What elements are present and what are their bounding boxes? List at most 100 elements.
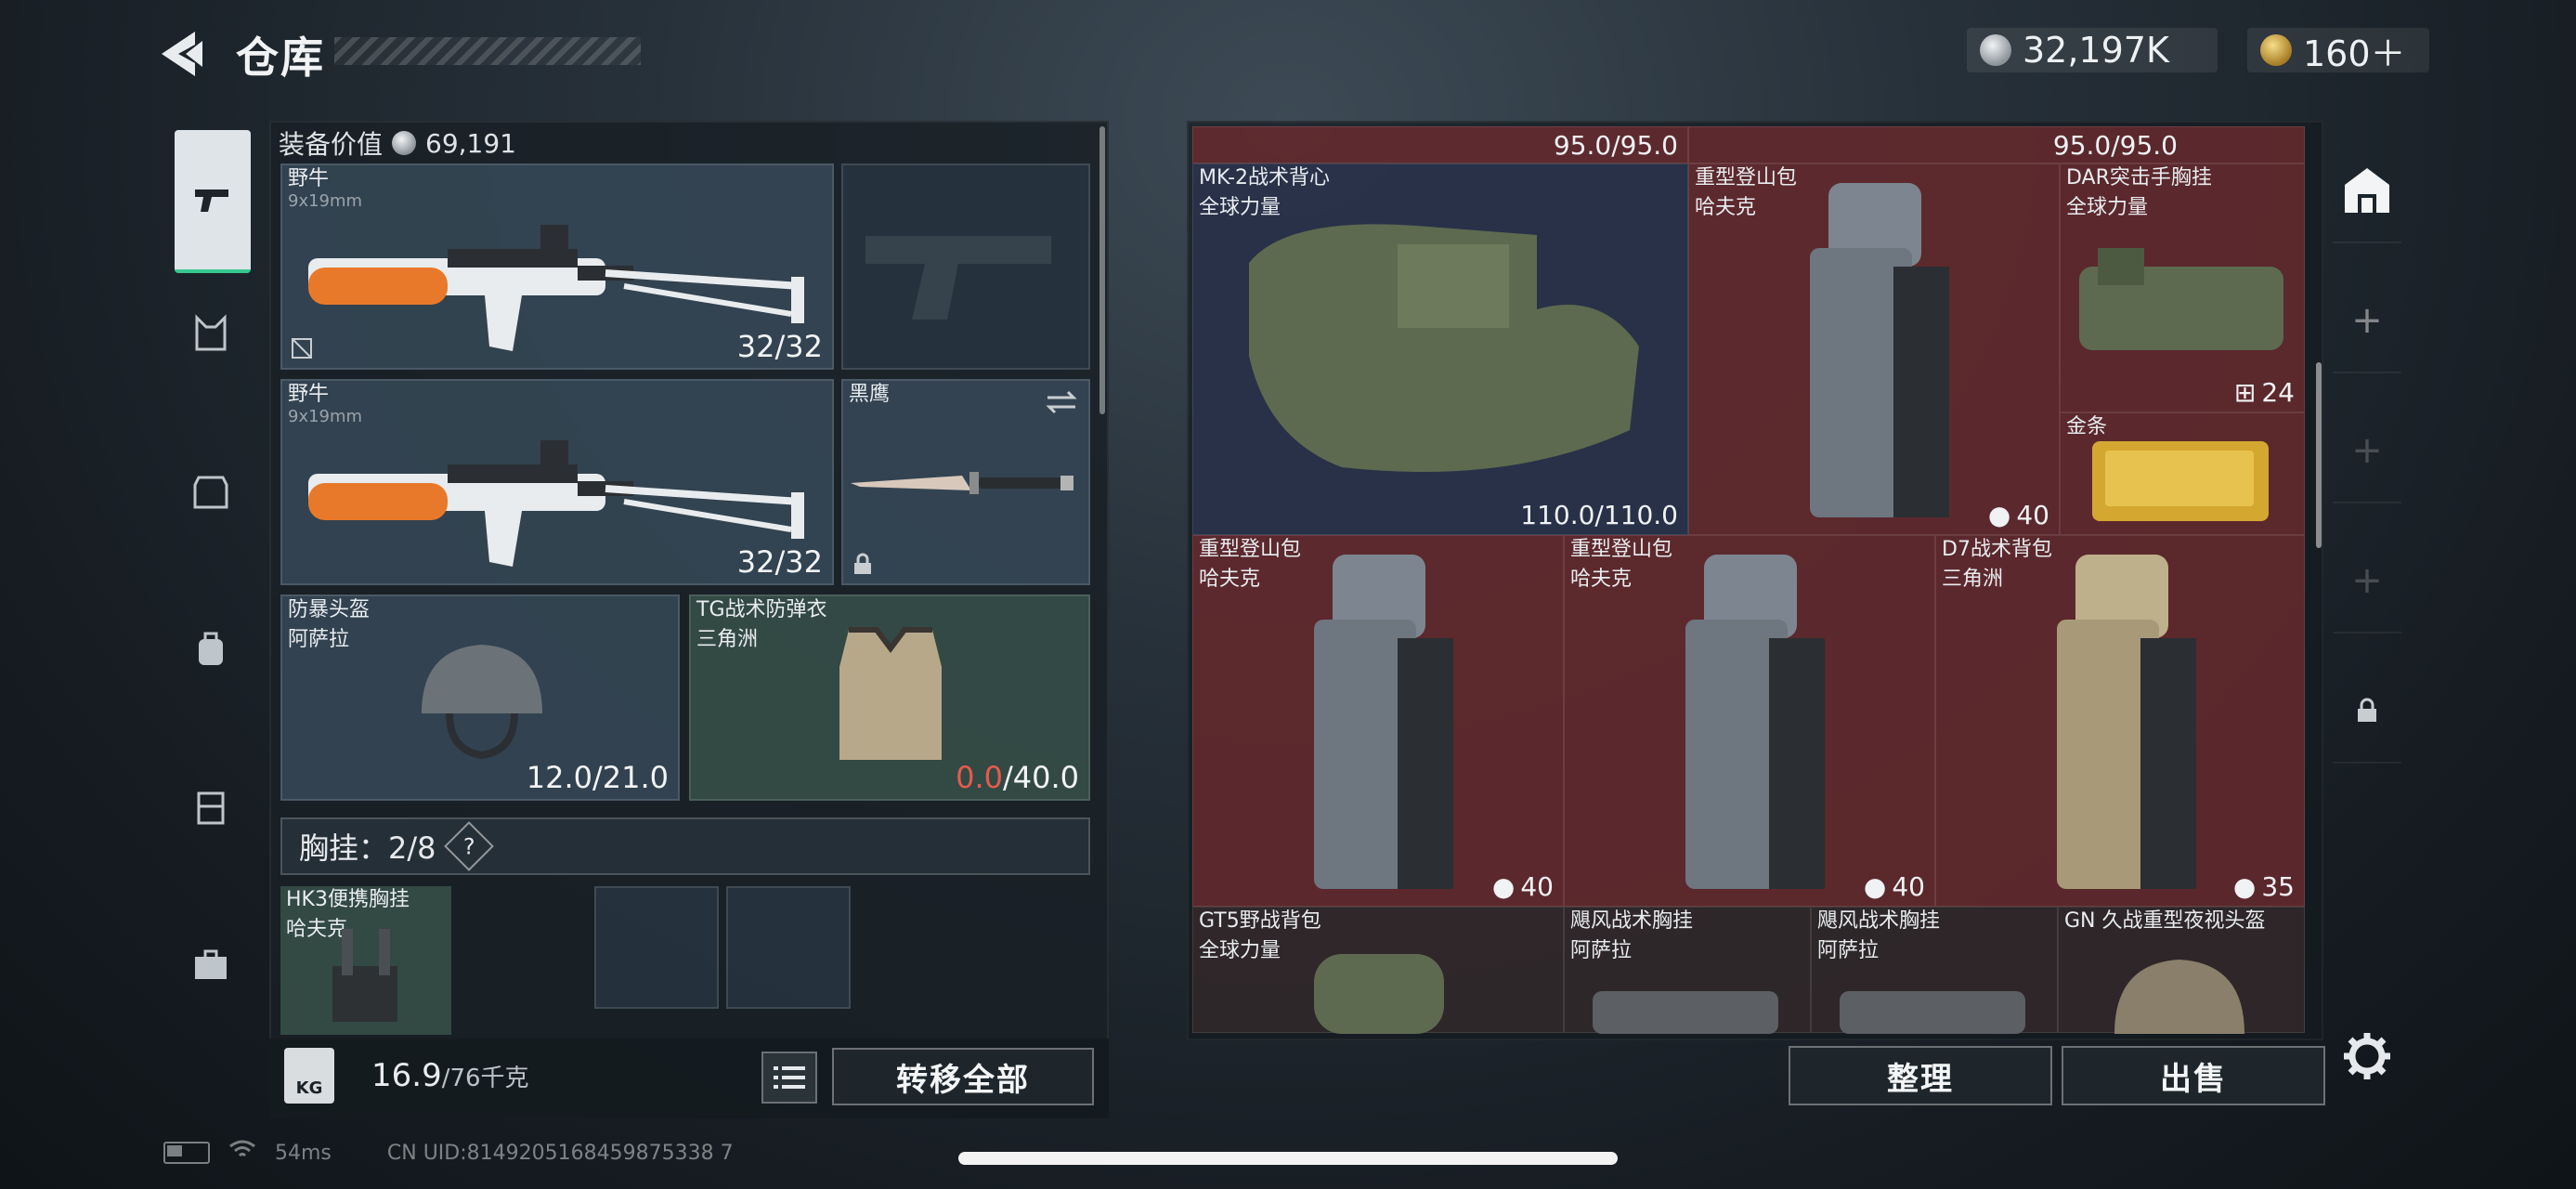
home-indicator[interactable]: [958, 1152, 1618, 1165]
container-icon: [197, 791, 225, 825]
rail-weapons[interactable]: [175, 130, 251, 273]
helmet-image: [422, 645, 542, 760]
armor-vest-image: [839, 627, 942, 760]
pistol-slot-empty[interactable]: [841, 163, 1090, 370]
rail-armor[interactable]: [175, 455, 247, 528]
rail-container[interactable]: [175, 771, 247, 843]
item-durability: 95.0/95.0: [1553, 130, 1678, 161]
pistol-placeholder-icon: [865, 236, 1051, 320]
storage-tab-add-1[interactable]: +: [2333, 269, 2401, 373]
item-brand: 哈夫克: [1695, 196, 1757, 219]
melee-slot[interactable]: 黑鹰: [841, 379, 1090, 585]
storage-tabs: + + +: [2333, 139, 2401, 790]
weight-icon: ●: [1491, 871, 1516, 902]
sell-button[interactable]: 出售: [2062, 1046, 2325, 1105]
item-name: 重型登山包: [1570, 538, 1673, 561]
weapon-caliber: 9x19mm: [288, 407, 363, 426]
storage-scrollbar[interactable]: [2316, 362, 2322, 548]
weight-icon: KG: [284, 1048, 334, 1104]
chest-rig-label: 胸挂：2/8: [299, 830, 436, 866]
storage-item-partial[interactable]: 95.0/95.0: [1688, 126, 2305, 163]
item-name: 重型登山包: [1199, 538, 1302, 561]
briefcase-icon: [195, 949, 227, 979]
silver-currency[interactable]: 32,197K: [1967, 28, 2218, 72]
item-name: DAR突击手胸挂: [2066, 166, 2212, 189]
player-uid: CN UID:8149205168459875338 7: [386, 1141, 734, 1165]
rail-case[interactable]: [175, 929, 247, 1001]
storage-item-partial[interactable]: 95.0/95.0: [1192, 126, 1688, 163]
weapon-name: 野牛: [288, 167, 330, 190]
equipment-value: 装备价值 69,191: [279, 124, 516, 162]
item-capacity: ● 40: [1492, 871, 1554, 902]
tactical-vest-image: [1249, 224, 1639, 472]
page-title: 仓库: [236, 33, 325, 83]
help-icon[interactable]: ?: [443, 821, 494, 871]
storage-tab-add-2[interactable]: +: [2333, 399, 2401, 503]
helmet-image: [2114, 960, 2244, 1034]
storage-item-chest-rig[interactable]: 飓风战术胸挂 阿萨拉: [1811, 907, 2058, 1034]
title-decoration: [334, 37, 641, 65]
storage-tab-add-3[interactable]: +: [2333, 529, 2401, 634]
pistol-icon: [195, 189, 228, 212]
gold-currency[interactable]: 160＋: [2247, 28, 2429, 74]
storage-tab-locked[interactable]: [2333, 660, 2401, 764]
item-name: 飓风战术胸挂: [1570, 909, 1694, 933]
weight-current: 16.9: [371, 1057, 442, 1094]
weight-icon: ●: [1987, 500, 2011, 530]
back-button[interactable]: [158, 28, 214, 80]
storage-item-helmet[interactable]: GN 久战重型夜视头盔: [2058, 907, 2305, 1034]
loadout-scrollbar[interactable]: [1099, 126, 1105, 414]
primary-weapon-slot-1[interactable]: 野牛 9x19mm 32/32: [280, 163, 834, 370]
weight-icon: ●: [2232, 871, 2257, 902]
melee-name: 黑鹰: [849, 383, 891, 406]
chest-rig-image: [1840, 991, 2025, 1034]
storage-item-gold-bar[interactable]: 金条: [2060, 412, 2305, 535]
chest-rig-slot-empty[interactable]: [726, 886, 851, 1009]
list-view-button[interactable]: [761, 1052, 817, 1104]
chest-rig-slot-empty[interactable]: [594, 886, 719, 1009]
weapon-ammo: 32/32: [736, 544, 823, 580]
item-brand: 三角洲: [1942, 568, 2004, 591]
item-name: 飓风战术胸挂: [1817, 909, 1941, 933]
storage-item-backpack[interactable]: D7战术背包 三角洲 ● 35: [1935, 535, 2305, 907]
rail-chest-rig[interactable]: [175, 297, 247, 370]
chest-rig-image: [332, 929, 397, 1022]
backpack-image: [2057, 555, 2196, 889]
item-capacity-value: 40: [1520, 871, 1554, 902]
gold-currency-value: 160＋: [2303, 33, 2406, 74]
storage-item-backpack[interactable]: 重型登山包 哈夫克 ● 40: [1192, 535, 1564, 907]
lock-icon: [854, 553, 871, 574]
armor-slot[interactable]: TG战术防弹衣 三角洲 0.0/40.0: [689, 594, 1090, 801]
item-brand: 全球力量: [2066, 196, 2149, 219]
transfer-all-button[interactable]: 转移全部: [832, 1048, 1094, 1105]
warehouse-icon: [2345, 168, 2389, 213]
weight-max: /76千克: [441, 1065, 529, 1092]
equipment-value-amount: 69,191: [425, 127, 516, 159]
primary-weapon-slot-2[interactable]: 野牛 9x19mm 32/32: [280, 379, 834, 585]
chest-rig-image: [1593, 991, 1778, 1034]
item-name: MK-2战术背心: [1199, 166, 1331, 189]
chest-rig-item[interactable]: HK3便携胸挂 哈夫克: [280, 886, 451, 1035]
helmet-name: 防暴头盔: [288, 598, 371, 621]
storage-item-chest-rig[interactable]: DAR突击手胸挂 全球力量 ⊞ 24: [2060, 163, 2305, 412]
armor-durability: 0.0/40.0: [956, 760, 1079, 795]
storage-item-vest[interactable]: MK-2战术背心 全球力量 110.0/110.0: [1192, 163, 1688, 535]
storage-tab-warehouse[interactable]: [2333, 139, 2401, 243]
chest-rig-image: [2079, 248, 2283, 350]
storage-item-backpack[interactable]: 重型登山包 哈夫克 ● 40: [1688, 163, 2060, 535]
item-brand: 哈夫克: [1570, 568, 1633, 591]
ping-value: 54ms: [275, 1141, 332, 1165]
rail-backpack[interactable]: [175, 613, 247, 686]
item-capacity: ● 40: [1864, 871, 1925, 902]
tidy-button[interactable]: 整理: [1789, 1046, 2052, 1105]
settings-button[interactable]: [2340, 1029, 2394, 1083]
plus-icon: +: [2351, 299, 2383, 342]
swap-icon[interactable]: [1044, 388, 1079, 416]
storage-item-chest-rig[interactable]: 飓风战术胸挂 阿萨拉: [1564, 907, 1811, 1034]
helmet-brand: 阿萨拉: [288, 628, 350, 651]
plus-icon: +: [2351, 429, 2383, 472]
armor-name: TG战术防弹衣: [696, 598, 827, 621]
storage-item-backpack[interactable]: 重型登山包 哈夫克 ● 40: [1564, 535, 1935, 907]
storage-item-backpack[interactable]: GT5野战背包 全球力量: [1192, 907, 1564, 1034]
helmet-slot[interactable]: 防暴头盔 阿萨拉 12.0/21.0: [280, 594, 680, 801]
